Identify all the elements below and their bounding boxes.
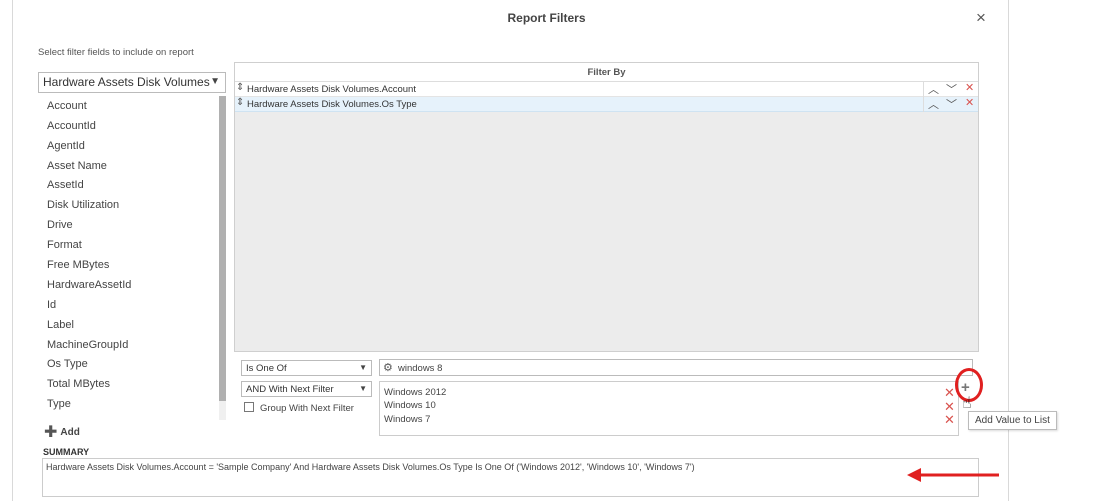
- sort-handle-icon[interactable]: ⇕: [236, 97, 244, 108]
- field-item[interactable]: Type: [47, 398, 71, 410]
- chevron-down-icon: ▼: [359, 384, 367, 393]
- remove-value-icon[interactable]: ✕: [944, 412, 955, 428]
- sort-handle-icon[interactable]: ⇕: [236, 82, 244, 93]
- field-item[interactable]: HardwareAssetId: [47, 279, 131, 291]
- field-item[interactable]: Os Type: [47, 358, 88, 370]
- value-list: Windows 2012 Windows 10 Windows 7: [379, 381, 959, 436]
- conjunction-value: AND With Next Filter: [246, 384, 334, 395]
- value-input-text: windows 8: [398, 363, 443, 374]
- filter-row-actions: ︿ ﹀ ✕: [923, 82, 978, 97]
- move-down-icon[interactable]: ﹀: [946, 81, 957, 97]
- field-item[interactable]: Label: [47, 319, 74, 331]
- filter-row-label: Hardware Assets Disk Volumes.Account: [247, 84, 416, 95]
- value-list-item: Windows 7: [384, 414, 431, 425]
- field-item[interactable]: Drive: [47, 219, 73, 231]
- field-item[interactable]: MachineGroupId: [47, 339, 128, 351]
- filter-row[interactable]: ⇕ Hardware Assets Disk Volumes.Account ︿…: [235, 82, 978, 97]
- group-with-next-filter[interactable]: Group With Next Filter: [244, 402, 354, 414]
- plus-icon: ✚: [44, 424, 58, 441]
- gear-icon[interactable]: ⚙: [383, 361, 393, 374]
- move-up-icon[interactable]: ︿: [928, 96, 939, 112]
- field-item[interactable]: Disk Utilization: [47, 199, 119, 211]
- field-item[interactable]: Format: [47, 239, 82, 251]
- field-item[interactable]: Account: [47, 100, 87, 112]
- value-input[interactable]: ⚙ windows 8: [379, 359, 973, 376]
- filter-row-actions: ︿ ﹀ ✕: [923, 97, 978, 112]
- move-down-icon[interactable]: ﹀: [946, 96, 957, 112]
- chevron-down-icon: ▼: [359, 363, 367, 372]
- field-item[interactable]: AgentId: [47, 140, 85, 152]
- filter-by-header: Filter By: [235, 63, 978, 82]
- summary-label: SUMMARY: [43, 447, 90, 457]
- table-select-value: Hardware Assets Disk Volumes: [43, 75, 210, 89]
- conjunction-select[interactable]: AND With Next Filter ▼: [241, 381, 372, 397]
- field-item[interactable]: AccountId: [47, 120, 96, 132]
- filter-by-panel: Filter By ⇕ Hardware Assets Disk Volumes…: [234, 62, 979, 352]
- field-item[interactable]: Total MBytes: [47, 378, 110, 390]
- scrollbar-thumb[interactable]: [219, 96, 226, 401]
- hand-cursor-icon: ☝: [962, 395, 972, 412]
- field-item[interactable]: Id: [47, 299, 56, 311]
- add-field-button[interactable]: ✚ Add: [44, 422, 80, 442]
- field-list: Account AccountId AgentId Asset Name Ass…: [38, 96, 226, 420]
- operator-select[interactable]: Is One Of ▼: [241, 360, 372, 376]
- field-list-scrollbar[interactable]: [219, 96, 226, 420]
- group-checkbox[interactable]: [244, 402, 254, 412]
- chevron-down-icon: ▼: [210, 76, 220, 87]
- filter-row-selected[interactable]: ⇕ Hardware Assets Disk Volumes.Os Type ︿…: [235, 97, 978, 112]
- add-value-tooltip: Add Value to List: [968, 411, 1057, 430]
- group-checkbox-label: Group With Next Filter: [260, 403, 354, 414]
- add-button-label: Add: [60, 427, 80, 438]
- delete-icon[interactable]: ✕: [965, 81, 974, 94]
- dialog-title: Report Filters: [507, 11, 586, 25]
- value-list-item: Windows 10: [384, 400, 436, 411]
- filter-row-label: Hardware Assets Disk Volumes.Os Type: [247, 99, 417, 110]
- close-icon[interactable]: ×: [976, 9, 986, 27]
- field-hint-text: Select filter fields to include on repor…: [38, 47, 194, 58]
- value-list-item: Windows 2012: [384, 387, 447, 398]
- table-select[interactable]: Hardware Assets Disk Volumes ▼: [38, 72, 226, 93]
- red-arrow-icon: [907, 468, 999, 482]
- field-item[interactable]: Asset Name: [47, 160, 107, 172]
- field-item[interactable]: Free MBytes: [47, 259, 109, 271]
- operator-value: Is One Of: [246, 363, 287, 374]
- field-item[interactable]: AssetId: [47, 179, 84, 191]
- delete-icon[interactable]: ✕: [965, 96, 974, 109]
- summary-text: Hardware Assets Disk Volumes.Account = '…: [42, 458, 979, 497]
- move-up-icon[interactable]: ︿: [928, 81, 939, 97]
